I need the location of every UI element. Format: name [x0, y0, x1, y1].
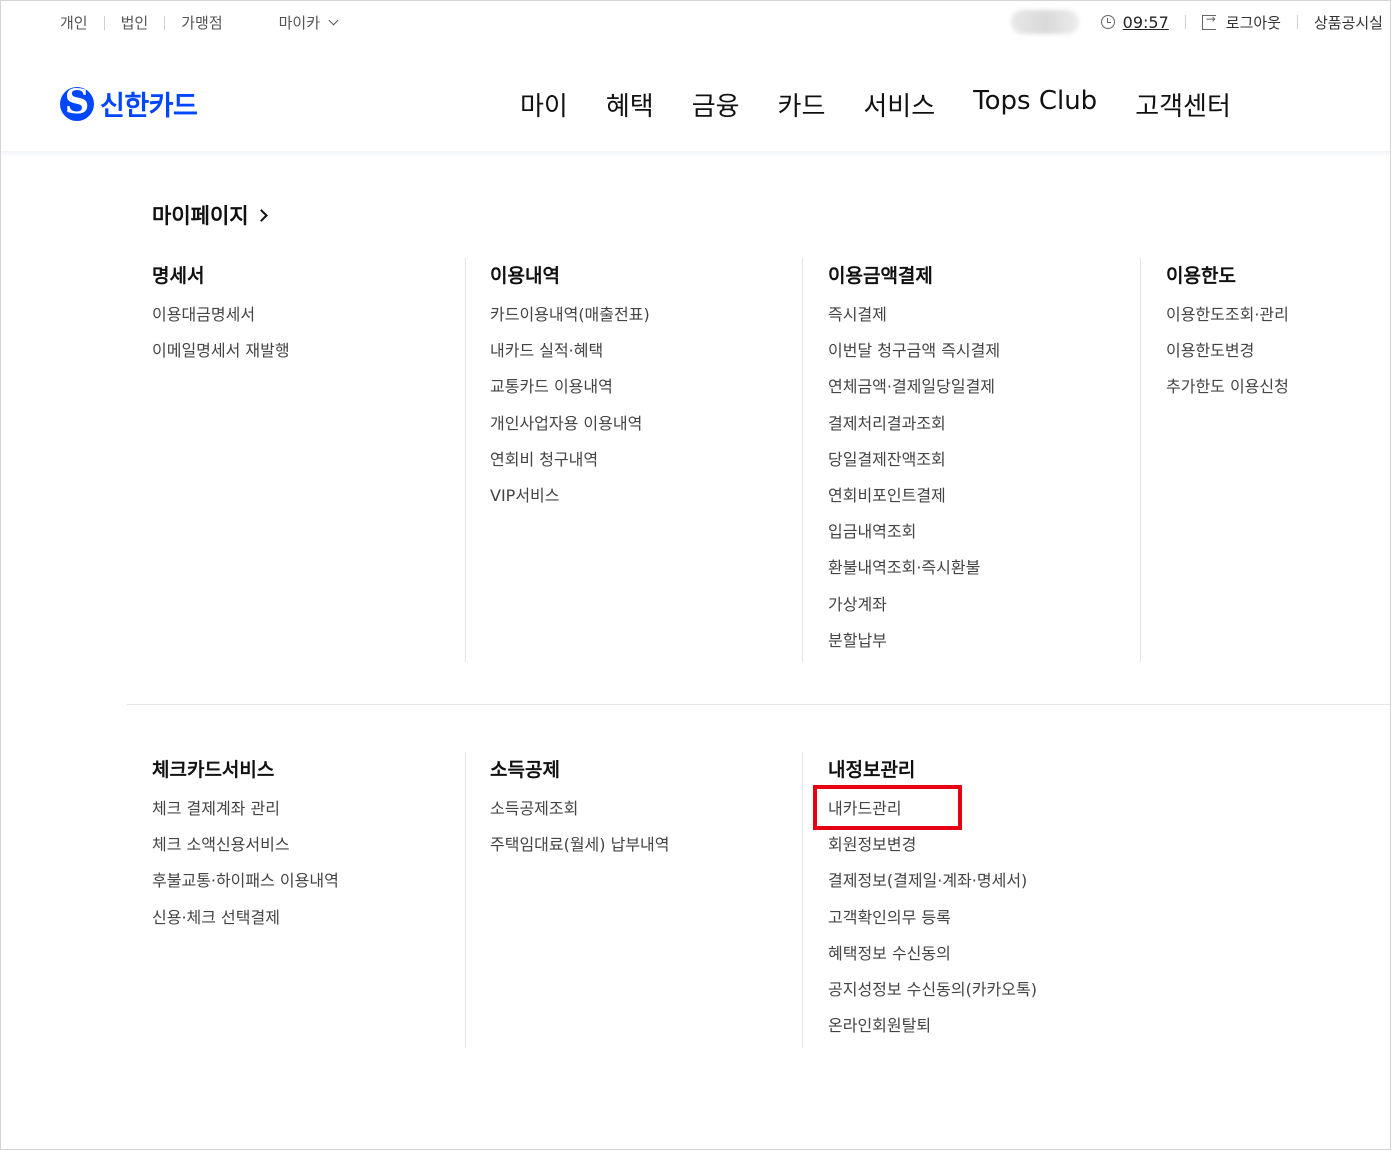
- shinhan-card-logo[interactable]: S 신한카드: [60, 84, 198, 123]
- menu-item[interactable]: 소득공제조회: [490, 799, 790, 836]
- menu-section-usage-history: 이용내역 카드이용내역(매출전표) 내카드 실적·혜택 교통카드 이용내역 개인…: [490, 261, 790, 523]
- menu-item[interactable]: 분할납부: [828, 631, 1128, 668]
- menu-section-payment: 이용금액결제 즉시결제 이번달 청구금액 즉시결제 연체금액·결제일당일결제 결…: [828, 261, 1128, 668]
- clock-icon: [1100, 15, 1115, 29]
- menu-item[interactable]: VIP서비스: [490, 486, 790, 523]
- section-title: 소득공제: [490, 759, 560, 781]
- menu-item[interactable]: 이번달 청구금액 즉시결제: [828, 342, 1128, 378]
- menu-item[interactable]: 혜택정보 수신동의: [828, 944, 1128, 981]
- menu-item[interactable]: 체크 결제계좌 관리: [152, 799, 452, 836]
- menu-item[interactable]: 입금내역조회: [828, 523, 1128, 559]
- session-area: 09:57 로그아웃 상품공시실: [1010, 10, 1383, 34]
- menu-item[interactable]: 당일결제잔액조회: [828, 450, 1128, 487]
- menu-item[interactable]: 결제정보(결제일·계좌·명세서): [828, 872, 1128, 908]
- menu-section-statement: 명세서 이용대금명세서 이메일명세서 재발행: [152, 261, 452, 378]
- chevron-right-icon: [254, 208, 268, 222]
- util-link-corporate[interactable]: 법인: [121, 12, 149, 33]
- menu-item[interactable]: 카드이용내역(매출전표): [490, 305, 790, 342]
- menu-item[interactable]: 이용대금명세서: [152, 305, 452, 342]
- user-name-blurred: [1010, 10, 1079, 34]
- menu-item[interactable]: 이용한도변경: [1166, 342, 1386, 378]
- menu-item[interactable]: 주택임대료(월세) 납부내역: [490, 836, 790, 872]
- menu-item[interactable]: 가상계좌: [828, 595, 1128, 632]
- menu-item[interactable]: 연회비포인트결제: [828, 486, 1128, 523]
- menu-item[interactable]: 이메일명세서 재발행: [152, 342, 452, 378]
- section-title: 체크카드서비스: [152, 759, 275, 781]
- menu-item[interactable]: 후불교통·하이패스 이용내역: [152, 872, 452, 908]
- menu-item[interactable]: 교통카드 이용내역: [490, 378, 790, 414]
- menu-item[interactable]: 신용·체크 선택결제: [152, 908, 452, 945]
- section-title: 명세서: [152, 265, 205, 287]
- myca-dropdown[interactable]: 마이카: [278, 12, 339, 33]
- page-frame: [0, 0, 1391, 1150]
- column-divider: [1140, 258, 1141, 662]
- gnb-item-benefits[interactable]: 혜택: [606, 86, 654, 123]
- header-divider: [1, 151, 1390, 157]
- gnb-item-finance[interactable]: 금융: [692, 86, 740, 123]
- menu-item[interactable]: 연회비 청구내역: [490, 450, 790, 487]
- menu-item[interactable]: 내카드 실적·혜택: [490, 342, 790, 378]
- utility-bar: 개인 법인 가맹점 마이카 09:57 로그아웃 상품공시실: [0, 0, 1391, 46]
- row-divider: [127, 704, 1390, 705]
- util-link-personal[interactable]: 개인: [60, 12, 88, 33]
- menu-item[interactable]: 즉시결제: [828, 305, 1128, 342]
- menu-item[interactable]: 이용한도조회·관리: [1166, 305, 1386, 342]
- gnb-item-service[interactable]: 서비스: [863, 86, 935, 123]
- menu-item[interactable]: 온라인회원탈퇴: [828, 1017, 1128, 1053]
- mypage-title: 마이페이지: [152, 204, 249, 228]
- highlight-box: [813, 785, 962, 830]
- menu-item[interactable]: 회원정보변경: [828, 836, 1128, 872]
- menu-item[interactable]: 체크 소액신용서비스: [152, 836, 452, 872]
- menu-section-limit: 이용한도 이용한도조회·관리 이용한도변경 추가한도 이용신청: [1166, 261, 1386, 415]
- global-nav: 마이 혜택 금융 카드 서비스 Tops Club 고객센터: [520, 86, 1269, 123]
- section-title: 이용한도: [1166, 265, 1236, 287]
- menu-item[interactable]: 고객확인의무 등록: [828, 908, 1128, 945]
- divider: [1184, 15, 1186, 29]
- section-title: 이용내역: [490, 265, 560, 287]
- session-timer[interactable]: 09:57: [1123, 13, 1169, 32]
- gnb-item-card[interactable]: 카드: [778, 86, 826, 123]
- logout-icon: [1201, 12, 1216, 30]
- divider: [103, 15, 105, 30]
- brand-name: 신한카드: [100, 91, 198, 122]
- gnb-item-customer-center[interactable]: 고객센터: [1135, 86, 1231, 123]
- audience-switch: 개인 법인 가맹점 마이카: [60, 12, 339, 33]
- mypage-link[interactable]: 마이페이지: [152, 200, 268, 230]
- menu-section-tax-deduction: 소득공제 소득공제조회 주택임대료(월세) 납부내역: [490, 755, 790, 872]
- shinhan-logo-icon: S: [60, 86, 94, 121]
- column-divider: [802, 258, 803, 662]
- column-divider: [802, 752, 803, 1048]
- menu-item[interactable]: 공지성정보 수신동의(카카오톡): [828, 980, 1128, 1017]
- column-divider: [465, 752, 466, 1048]
- divider: [1296, 15, 1298, 29]
- menu-item[interactable]: 개인사업자용 이용내역: [490, 414, 790, 451]
- column-divider: [465, 258, 466, 662]
- logout-link[interactable]: 로그아웃: [1226, 12, 1281, 33]
- menu-item[interactable]: 연체금액·결제일당일결제: [828, 378, 1128, 414]
- menu-item[interactable]: 추가한도 이용신청: [1166, 378, 1386, 414]
- myca-label: 마이카: [278, 14, 321, 32]
- util-link-merchant[interactable]: 가맹점: [181, 12, 222, 33]
- gnb-item-my[interactable]: 마이: [520, 86, 568, 123]
- divider: [164, 15, 166, 30]
- menu-section-check-card: 체크카드서비스 체크 결제계좌 관리 체크 소액신용서비스 후불교통·하이패스 …: [152, 755, 452, 945]
- section-title: 내정보관리: [828, 759, 916, 781]
- menu-item[interactable]: 결제처리결과조회: [828, 414, 1128, 451]
- section-title: 이용금액결제: [828, 265, 933, 287]
- chevron-down-icon: [328, 15, 339, 26]
- menu-item[interactable]: 환불내역조회·즉시환불: [828, 559, 1128, 595]
- gnb-item-tops-club[interactable]: Tops Club: [973, 86, 1097, 123]
- product-notice-link[interactable]: 상품공시실: [1314, 12, 1383, 33]
